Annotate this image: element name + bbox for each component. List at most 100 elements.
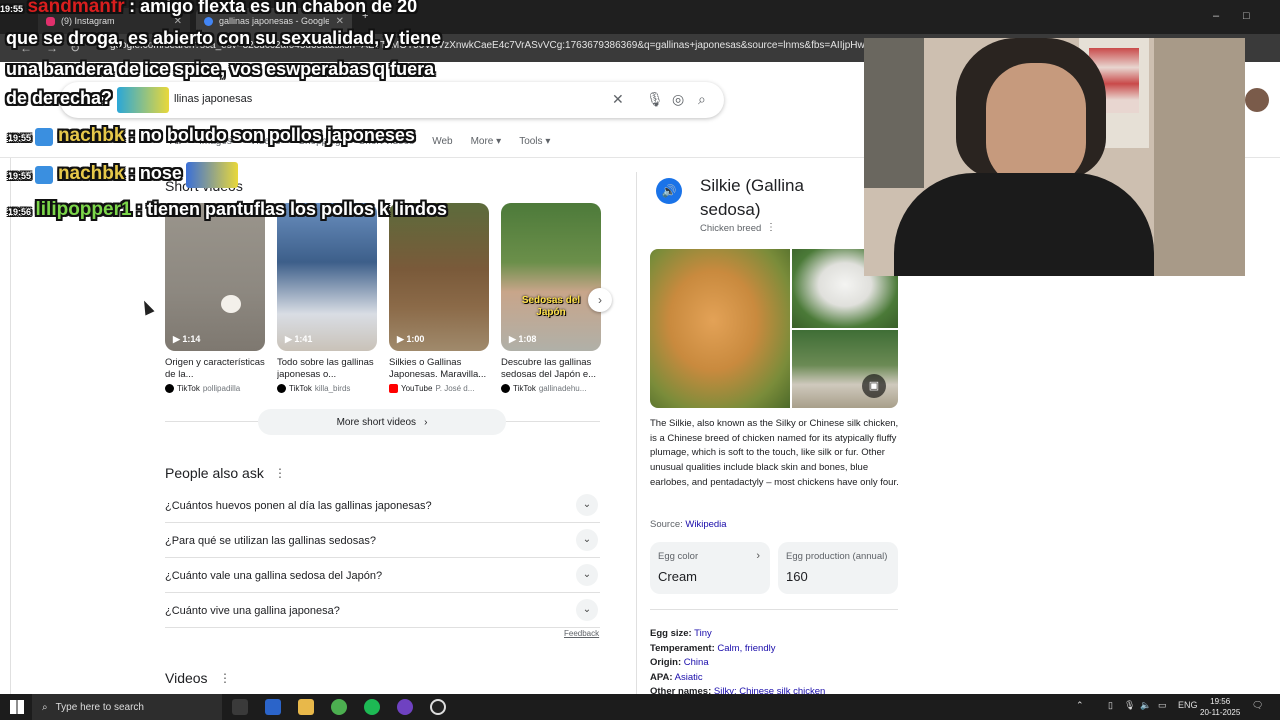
microphone-icon[interactable]: 🎙 [646,91,664,108]
search-icon[interactable]: ⌕ [698,91,706,108]
chat-text: de derecha? [6,88,113,109]
short-video-card[interactable]: Sedosas del Japón ▶ 1:08 Descubre las ga… [501,203,601,393]
more-short-videos-label: More short videos [336,416,417,428]
chevron-down-icon[interactable]: ⌄ [576,494,598,516]
video-thumbnail[interactable]: Sedosas del Japón ▶ 1:08 [501,203,601,351]
video-thumbnail[interactable]: ▶ 1:14 [165,203,265,351]
chevron-down-icon[interactable]: ⌄ [576,529,598,551]
paa-question[interactable]: ¿Para qué se utilizan las gallinas sedos… [165,529,600,564]
chevron-down-icon[interactable]: ⌄ [576,599,598,621]
video-caption[interactable]: Descubre las gallinas sedosas del Japón … [501,357,601,381]
short-video-card[interactable]: ▶ 1:00 Silkies o Gallinas Japonesas. Mar… [389,203,489,393]
obs-icon[interactable] [430,699,446,715]
chat-message: 19:55 nachbk : no boludo son pollos japo… [8,125,415,147]
microphone-icon[interactable]: 🎙 [1124,700,1135,711]
fact-card-egg-production[interactable]: Egg production (annual) 160 [778,542,898,594]
clear-icon[interactable]: ✕ [612,91,624,108]
more-short-videos-button[interactable]: More short videos › [258,409,506,435]
more-options-icon[interactable]: ⋮ [219,671,231,685]
attribute-value[interactable]: Calm, friendly [717,643,775,654]
attribute-value[interactable]: Tiny [694,628,712,639]
windows-start-icon[interactable] [10,700,24,714]
paa-question[interactable]: ¿Cuánto vive una gallina japonesa? ⌄ [165,599,600,634]
attribute-key: Egg size: [650,628,692,639]
keyboard-icon[interactable]: ▭ [1158,700,1167,711]
knowledge-panel-title: Silkie (Gallina sedosa) [700,176,804,219]
video-caption[interactable]: Silkies o Gallinas Japonesas. Maravilla.… [389,357,489,381]
chat-message: 19:55 nachbk : nose [8,162,239,188]
silkie-photo-group[interactable] [792,330,898,408]
chevron-up-icon[interactable]: ⌃ [1076,700,1084,711]
video-thumbnail[interactable]: ▶ 1:41 [277,203,377,351]
short-video-card[interactable]: ▶ 1:41 Todo sobre las gallinas japonesas… [277,203,377,393]
paa-question[interactable]: ¿Cuántos huevos ponen al día las gallina… [165,494,600,529]
chat-username: nachbk [57,163,125,185]
chevron-right-icon: › [424,416,428,428]
task-view-icon[interactable] [232,699,248,715]
taskbar-search[interactable]: ⌕ Type here to search [32,694,222,720]
clock-time: 19:56 [1210,697,1231,706]
taskbar: ⌕ Type here to search ⌃ ▯ 🎙 🔈 ▭ ENG 19:5… [0,694,1280,720]
webcam-doorway [1154,38,1245,276]
video-caption[interactable]: Origen y características de la... [165,357,265,381]
file-explorer-icon[interactable] [298,699,314,715]
source-label: Source: [650,519,683,530]
duration: 1:14 [182,334,201,344]
more-options-icon[interactable]: ⋮ [766,222,776,233]
filter-more[interactable]: More ▾ [471,136,502,147]
speaker-icon[interactable]: 🔊 [656,178,682,204]
attribute-value[interactable]: Asiatic [675,672,703,683]
webcam-coat [864,38,924,188]
question-text: ¿Cuánto vale una gallina sedosa del Japó… [165,570,383,582]
volume-icon[interactable]: 🔈 [1140,700,1151,711]
filter-more-label: More [470,136,494,147]
mouse-cursor-icon [139,298,155,316]
webcam-person-body [894,173,1154,276]
attribute-row: APA: Asiatic [650,672,703,683]
emote-icon [116,87,169,113]
avatar[interactable] [1245,88,1269,112]
filter-tools[interactable]: Tools ▾ [519,136,550,147]
video-thumbnail[interactable]: ▶ 1:00 [389,203,489,351]
chat-timestamp: 19:55 [8,133,32,143]
language-indicator[interactable]: ENG [1178,700,1198,710]
chat-text: una bandera de ice spice, vos eswperabas… [6,59,435,79]
silkie-photo-main[interactable] [650,249,790,408]
video-caption[interactable]: Todo sobre las gallinas japonesas o... [277,357,377,381]
chevron-right-icon[interactable]: › [588,288,612,312]
chat-message-continuation: una bandera de ice spice, vos eswperabas… [6,59,434,80]
feedback-link[interactable]: Feedback [564,629,599,638]
fact-value: Cream [658,569,698,584]
chrome-icon[interactable] [331,699,347,715]
attribute-value[interactable]: China [684,657,709,668]
more-options-icon[interactable]: ⋮ [274,466,286,480]
notifications-icon[interactable]: 🗨 [1252,700,1263,711]
discord-icon[interactable] [397,699,413,715]
images-icon[interactable]: ▣ [862,374,886,398]
fact-card-egg-color[interactable]: Egg color Cream › [650,542,770,594]
question-text: ¿Cuánto vive una gallina japonesa? [165,605,340,617]
spotify-icon[interactable] [364,699,380,715]
chat-message-continuation: de derecha? [6,87,169,113]
clock[interactable]: 19:56 20-11-2025 [1200,696,1240,718]
question-text: ¿Cuántos huevos ponen al día las gallina… [165,500,432,512]
maximize-icon[interactable]: □ [1243,10,1250,22]
search-query[interactable]: llinas japonesas [174,93,252,105]
app-icon[interactable] [265,699,281,715]
platform: TikTok [177,384,200,393]
duration-badge: ▶ 1:41 [285,334,313,344]
duration-badge: ▶ 1:08 [509,334,537,344]
filter-web[interactable]: Web [432,136,452,147]
short-video-card[interactable]: ▶ 1:14 Origen y características de la...… [165,203,265,393]
attribute-key: Temperament: [650,643,715,654]
network-icon[interactable]: ▯ [1108,700,1113,711]
attribute-key: APA: [650,672,673,683]
lens-icon[interactable]: ◎ [672,91,684,108]
minimize-icon[interactable]: – [1213,10,1219,22]
chat-timestamp: 19:55 [8,171,32,182]
filter-tools-label: Tools [519,136,543,147]
paa-question[interactable]: ¿Cuánto vale una gallina sedosa del Japó… [165,564,600,599]
chevron-down-icon[interactable]: ⌄ [576,564,598,586]
wikipedia-link[interactable]: Wikipedia [685,519,726,530]
chat-username: sandmanfr [27,0,125,17]
